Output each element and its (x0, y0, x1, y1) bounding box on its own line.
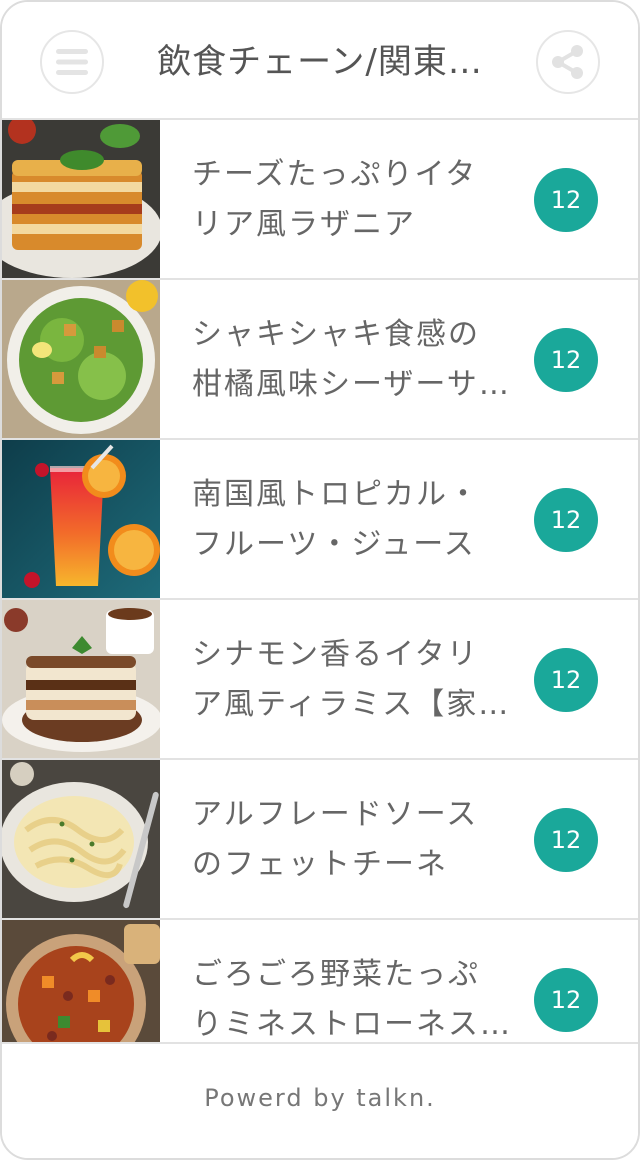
powered-by-text[interactable]: Powerd by talkn. (2, 1084, 638, 1112)
count-badge: 12 (534, 808, 598, 872)
item-title: チーズたっぷりイタ リア風ラザニア (192, 150, 510, 250)
tiramisu-thumbnail (2, 600, 160, 758)
app-frame: 飲食チェーン/関東… チーズたっぷりイタ リア風ラザニア 12 シャキシャキ食感… (0, 0, 640, 1160)
menu-button[interactable] (40, 30, 104, 94)
page-title: 飲食チェーン/関東… (157, 42, 483, 82)
share-button[interactable] (536, 30, 600, 94)
share-icon (552, 45, 583, 79)
item-title: シナモン香るイタリ ア風ティラミス【家… (192, 630, 510, 730)
item-title-line: 南国風トロピカル・ (192, 477, 480, 512)
list-item[interactable]: チーズたっぷりイタ リア風ラザニア 12 (2, 120, 638, 280)
item-title-line: シナモン香るイタリ (192, 637, 479, 672)
list-item[interactable]: ごろごろ野菜たっぷ りミネストローネス… 12 (2, 920, 638, 1042)
item-title: ごろごろ野菜たっぷ りミネストローネス… (192, 950, 510, 1042)
tropical-juice-thumbnail (2, 440, 160, 598)
count-badge: 12 (534, 328, 598, 392)
minestrone-thumbnail (2, 920, 160, 1042)
item-title-line: 柑橘風味シーザーサ… (192, 367, 510, 402)
item-title-line: リア風ラザニア (192, 207, 416, 242)
header: 飲食チェーン/関東… (2, 2, 638, 120)
item-title-line: フルーツ・ジュース (192, 527, 476, 562)
item-title-line: ア風ティラミス【家… (192, 687, 510, 722)
caesar-salad-thumbnail (2, 280, 160, 438)
count-badge: 12 (534, 968, 598, 1032)
item-title-line: シャキシャキ食感の (192, 317, 480, 352)
item-title: アルフレードソース のフェットチーネ (192, 790, 510, 890)
lasagna-thumbnail (2, 120, 160, 278)
item-title: 南国風トロピカル・ フルーツ・ジュース (192, 470, 510, 570)
list-item[interactable]: シャキシャキ食感の 柑橘風味シーザーサ… 12 (2, 280, 638, 440)
count-badge: 12 (534, 648, 598, 712)
hamburger-menu-icon (56, 49, 88, 75)
thread-list: チーズたっぷりイタ リア風ラザニア 12 シャキシャキ食感の 柑橘風味シーザーサ… (2, 120, 638, 1042)
count-badge: 12 (534, 488, 598, 552)
item-title-line: チーズたっぷりイタ (192, 157, 478, 192)
item-title-line: のフェットチーネ (192, 847, 448, 882)
list-item[interactable]: 南国風トロピカル・ フルーツ・ジュース 12 (2, 440, 638, 600)
fettuccine-thumbnail (2, 760, 160, 918)
count-badge: 12 (534, 168, 598, 232)
item-title: シャキシャキ食感の 柑橘風味シーザーサ… (192, 310, 510, 410)
item-title-line: アルフレードソース (192, 797, 479, 832)
footer: Powerd by talkn. (2, 1042, 638, 1158)
list-item[interactable]: シナモン香るイタリ ア風ティラミス【家… 12 (2, 600, 638, 760)
list-item[interactable]: アルフレードソース のフェットチーネ 12 (2, 760, 638, 920)
item-title-line: ごろごろ野菜たっぷ (192, 957, 480, 992)
item-title-line: りミネストローネス… (192, 1007, 510, 1042)
